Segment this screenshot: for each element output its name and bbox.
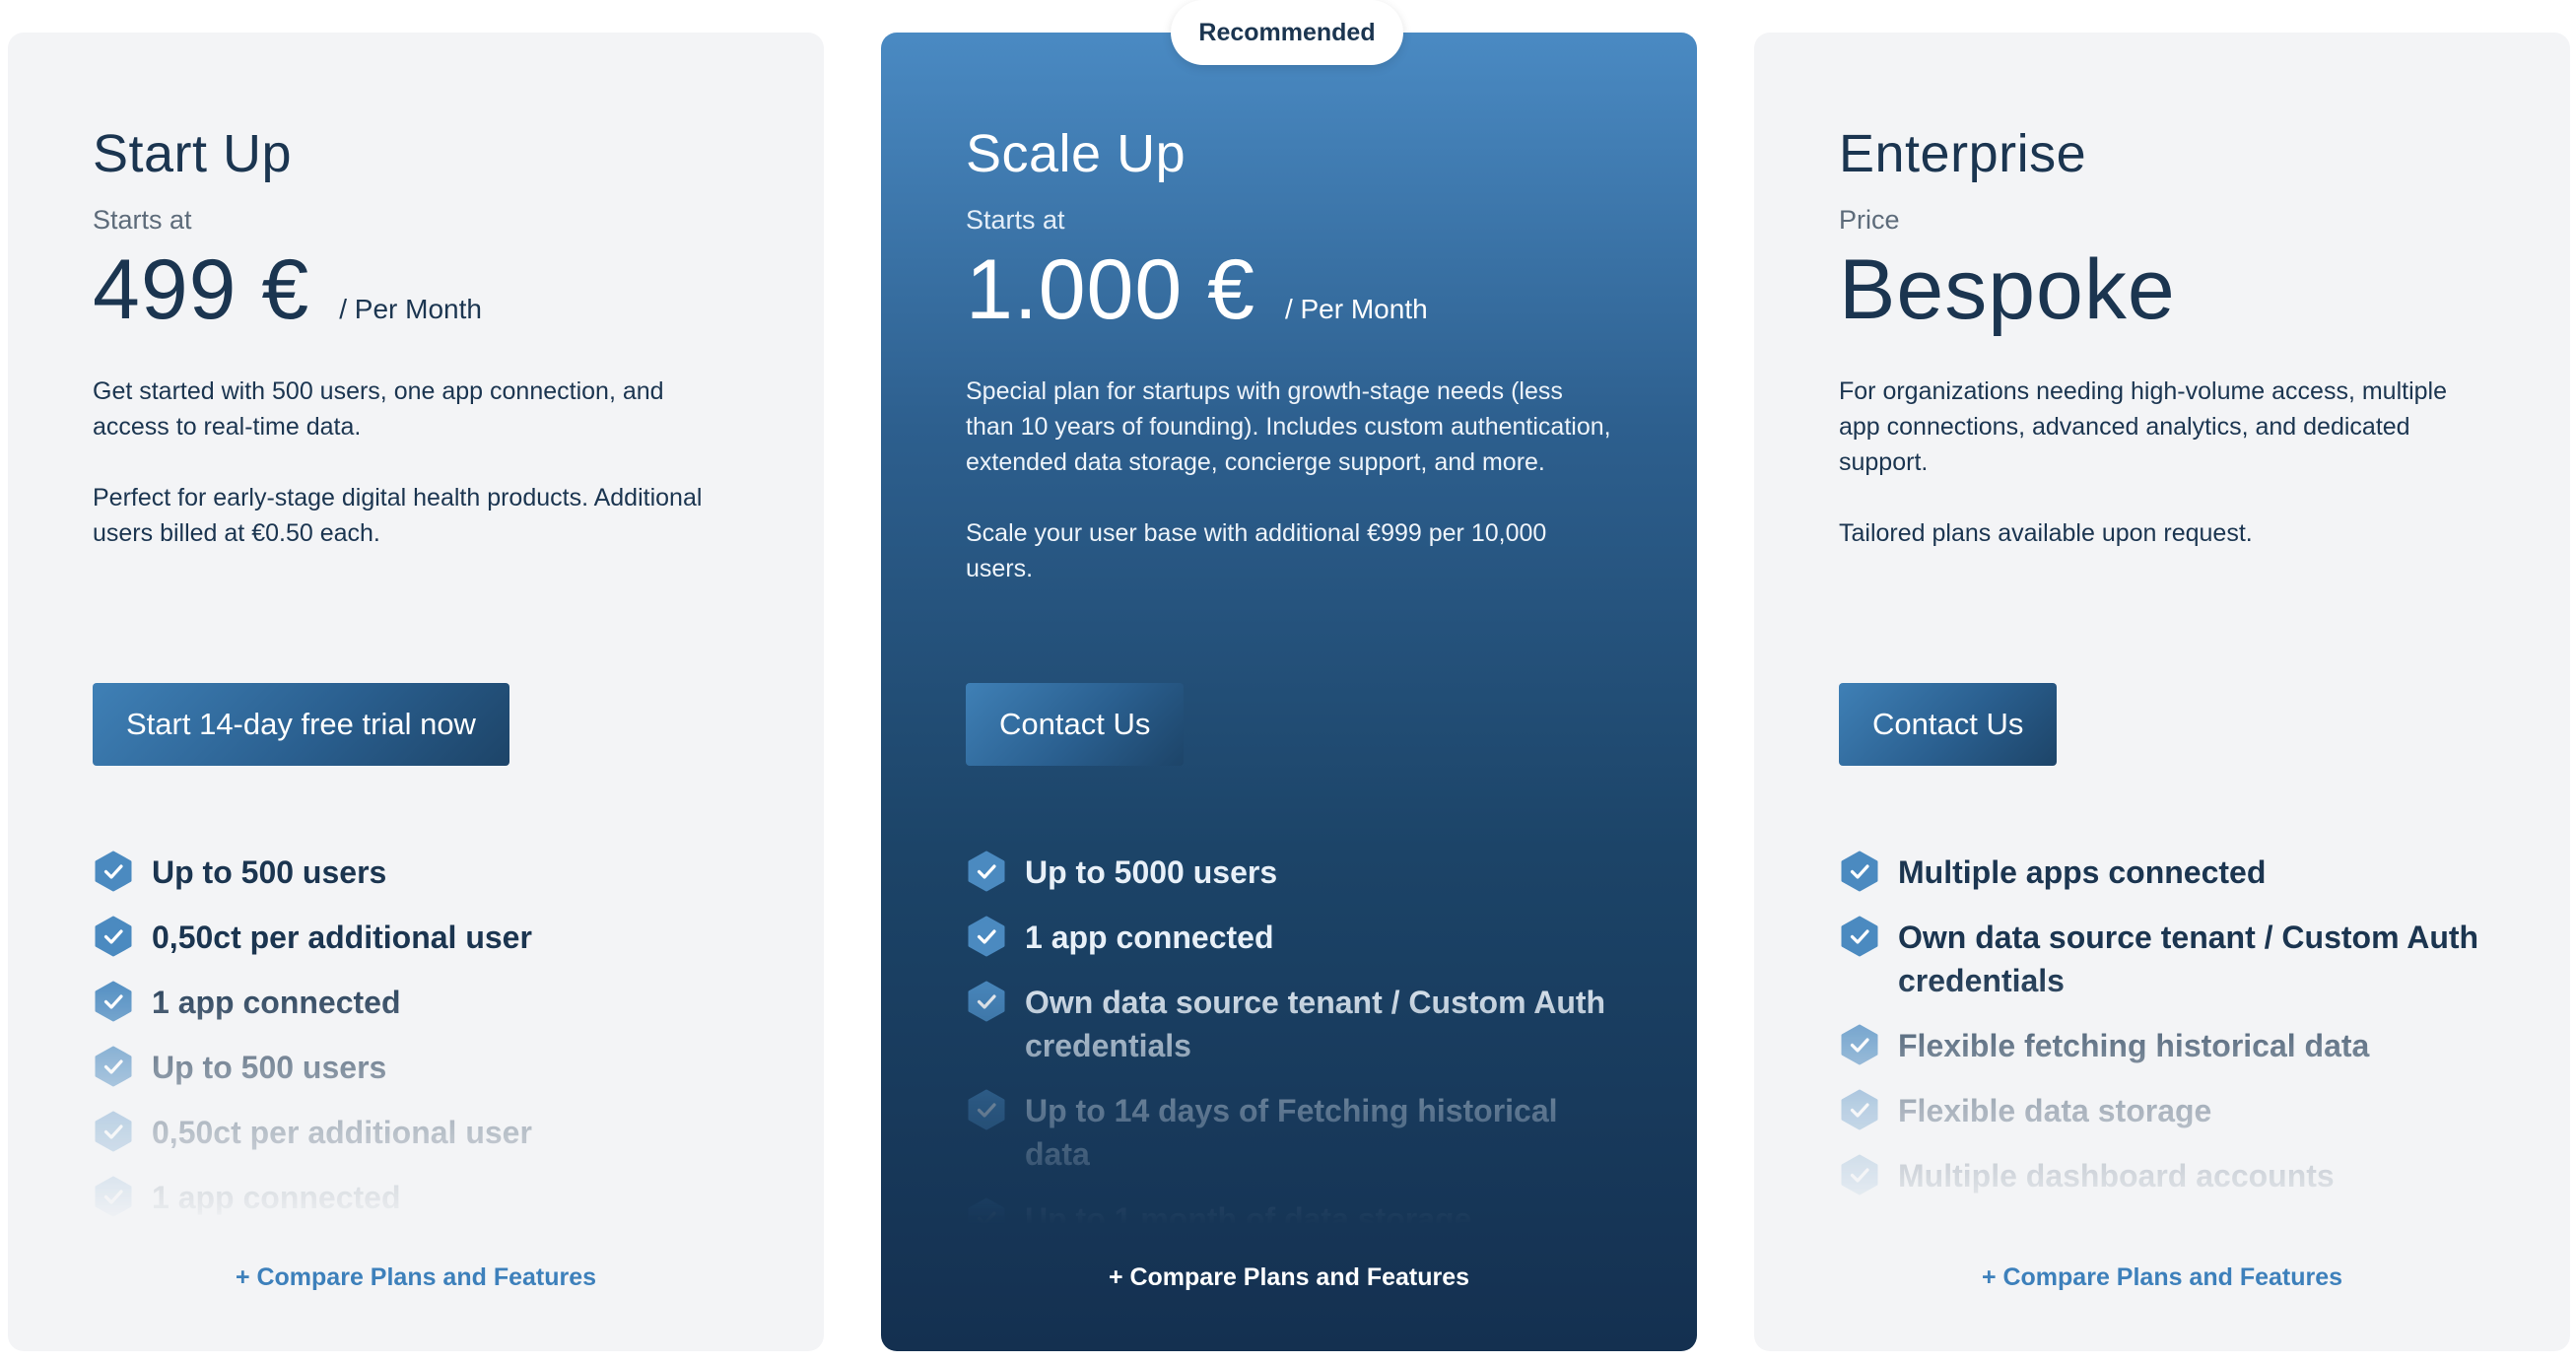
feature-text: 1 app connected [152,985,401,1020]
price-amount: 499 € [93,242,310,337]
contact-us-button[interactable]: Contact Us [1839,683,2058,766]
feature-text: Flexible fetching historical data [1898,1028,2370,1063]
feature-list: Up to 500 users 0,50ct per additional us… [93,851,739,1225]
check-badge-icon [966,981,1007,1022]
plan-card-scale-up: Scale Up Starts at 1.000 € / Per Month S… [881,33,1697,1351]
check-badge-icon [1839,1154,1880,1195]
check-badge-icon [966,851,1007,892]
feature-item: 1 app connected [93,1176,739,1219]
plan-description: Special plan for startups with growth-st… [966,374,1612,622]
compare-plans-link[interactable]: + Compare Plans and Features [93,1263,739,1292]
contact-us-button[interactable]: Contact Us [966,683,1185,766]
feature-text: Multiple apps connected [1898,854,2267,890]
feature-list: Multiple apps connected Own data source … [1839,851,2485,1225]
check-badge-icon [93,916,134,957]
feature-text: Up to 5000 users [1025,854,1278,890]
feature-item: Up to 500 users [93,1046,739,1089]
price-row: 1.000 € / Per Month [966,241,1428,339]
feature-item: Flexible fetching historical data [1839,1024,2485,1067]
feature-text: Up to 1 month of data storage [1025,1201,1472,1225]
description-paragraph: For organizations needing high-volume ac… [1839,377,2447,476]
plan-description: Get started with 500 users, one app conn… [93,374,739,586]
plan-name: Enterprise [1839,124,2087,183]
feature-list: Up to 5000 users 1 app connected Own dat… [966,851,1612,1225]
price-label: Starts at [93,205,192,235]
price-label: Price [1839,205,1900,235]
feature-item: Multiple dashboard accounts [1839,1154,2485,1197]
price-period: / Per Month [1284,294,1428,324]
plan-card-enterprise: Enterprise Price Bespoke For organizatio… [1754,33,2570,1351]
feature-item: Up to 14 days of Fetching historical dat… [966,1089,1612,1176]
compare-plans-link[interactable]: + Compare Plans and Features [966,1263,1612,1292]
check-badge-icon [1839,1089,1880,1130]
check-badge-icon [93,1176,134,1217]
start-trial-button[interactable]: Start 14-day free trial now [93,683,509,766]
feature-text: Own data source tenant / Custom Auth cre… [1025,985,1606,1063]
feature-item: 1 app connected [93,981,739,1024]
feature-text: 0,50ct per additional user [152,1115,532,1150]
check-badge-icon [966,916,1007,957]
feature-item: 0,50ct per additional user [93,916,739,959]
price-label: Starts at [966,205,1065,235]
price-amount: 1.000 € [966,242,1255,337]
description-paragraph: Perfect for early-stage digital health p… [93,484,703,547]
feature-item: Up to 5000 users [966,851,1612,894]
feature-item: 0,50ct per additional user [93,1111,739,1154]
plan-description: For organizations needing high-volume ac… [1839,374,2485,586]
feature-text: Flexible data storage [1898,1093,2212,1128]
description-paragraph: Scale your user base with additional €99… [966,519,1547,582]
check-badge-icon [1839,1024,1880,1065]
check-badge-icon [93,851,134,892]
check-badge-icon [966,1089,1007,1130]
feature-text: Multiple dashboard accounts [1898,1158,2335,1194]
price-row: Bespoke [1839,241,2176,339]
check-badge-icon [93,1111,134,1152]
feature-item: Up to 500 users [93,851,739,894]
feature-item: Flexible data storage [1839,1089,2485,1132]
check-badge-icon [1839,851,1880,892]
description-paragraph: Tailored plans available upon request. [1839,519,2253,547]
plan-name: Start Up [93,124,293,183]
feature-text: Up to 500 users [152,854,387,890]
feature-text: Own data source tenant / Custom Auth cre… [1898,920,2479,998]
feature-text: 1 app connected [1025,920,1274,955]
check-badge-icon [93,1046,134,1087]
feature-item: Own data source tenant / Custom Auth cre… [966,981,1612,1067]
feature-item: Up to 1 month of data storage [966,1197,1612,1225]
check-badge-icon [966,1197,1007,1225]
feature-text: Up to 14 days of Fetching historical dat… [1025,1093,1558,1172]
compare-plans-link[interactable]: + Compare Plans and Features [1839,1263,2485,1292]
check-badge-icon [93,981,134,1022]
price-row: 499 € / Per Month [93,241,482,339]
description-paragraph: Special plan for startups with growth-st… [966,377,1611,476]
feature-text: Up to 500 users [152,1050,387,1085]
description-paragraph: Get started with 500 users, one app conn… [93,377,664,441]
price-amount: Bespoke [1839,242,2176,337]
price-period: / Per Month [339,294,482,324]
recommended-badge: Recommended [1171,0,1403,65]
plan-name: Scale Up [966,124,1186,183]
feature-item: 1 app connected [966,916,1612,959]
plan-card-start-up: Start Up Starts at 499 € / Per Month Get… [8,33,824,1351]
check-badge-icon [1839,916,1880,957]
feature-item: Multiple apps connected [1839,851,2485,894]
feature-item: Own data source tenant / Custom Auth cre… [1839,916,2485,1002]
feature-text: 0,50ct per additional user [152,920,532,955]
feature-text: 1 app connected [152,1180,401,1215]
